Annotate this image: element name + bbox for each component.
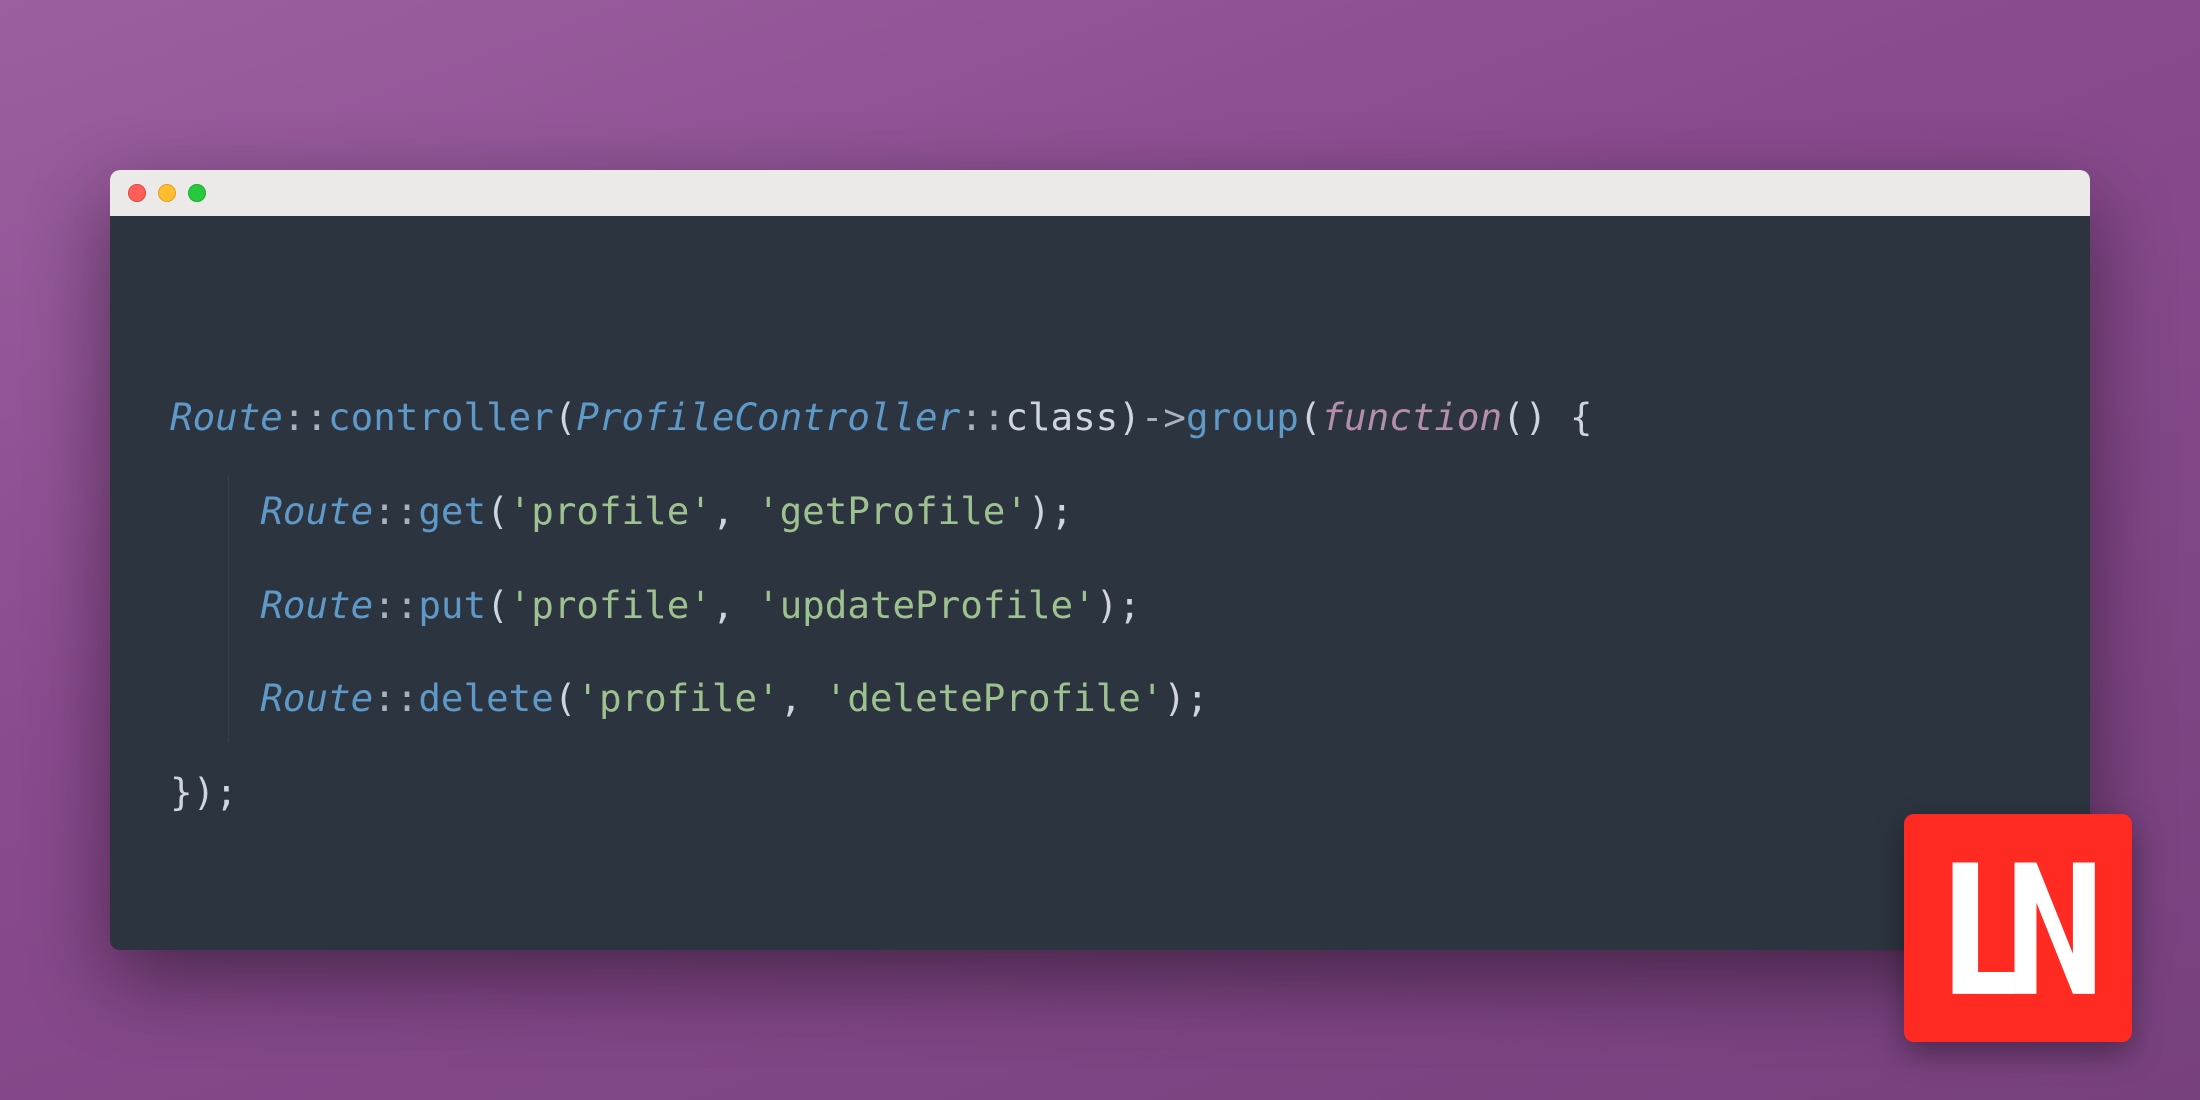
code-line: Route::controller(ProfileController::cla… — [170, 395, 1592, 439]
token-method: put — [418, 583, 486, 627]
code-line: Route::delete('profile', 'deleteProfile'… — [170, 676, 1209, 720]
minimize-icon[interactable] — [158, 184, 176, 202]
token-method: controller — [328, 395, 554, 439]
token-string: 'profile' — [509, 583, 712, 627]
code-line: }); — [170, 770, 238, 814]
token-paren: ) — [1096, 583, 1119, 627]
token-plain: ; — [1186, 676, 1209, 720]
token-scope: :: — [373, 676, 418, 720]
token-scope: :: — [283, 395, 328, 439]
token-string: 'deleteProfile' — [825, 676, 1164, 720]
token-plain: , — [780, 676, 825, 720]
token-plain: ; — [1051, 489, 1074, 533]
laravel-news-logo — [1904, 814, 2132, 1042]
token-class: Route — [260, 676, 373, 720]
token-string: 'profile' — [509, 489, 712, 533]
token-paren: ( — [1299, 395, 1322, 439]
token-method: group — [1186, 395, 1299, 439]
token-string: 'profile' — [576, 676, 779, 720]
token-scope: :: — [373, 583, 418, 627]
zoom-icon[interactable] — [188, 184, 206, 202]
token-class: Route — [260, 489, 373, 533]
token-string: 'getProfile' — [757, 489, 1028, 533]
token-paren: ( — [486, 489, 509, 533]
token-paren: () — [1502, 395, 1547, 439]
window-titlebar — [110, 170, 2090, 216]
indent-guide — [228, 476, 229, 742]
token-paren: ) — [1028, 489, 1051, 533]
token-fnkw: function — [1321, 395, 1502, 439]
token-method: get — [418, 489, 486, 533]
token-scope: :: — [373, 489, 418, 533]
token-paren: ) — [1163, 676, 1186, 720]
code-area: Route::controller(ProfileController::cla… — [110, 216, 2090, 950]
token-class: Route — [260, 583, 373, 627]
token-plain: ; — [1118, 583, 1141, 627]
token-plain: }); — [170, 770, 238, 814]
code-line: Route::put('profile', 'updateProfile'); — [170, 583, 1141, 627]
code-content: Route::controller(ProfileController::cla… — [170, 371, 2030, 840]
token-paren: ( — [486, 583, 509, 627]
token-arrow: -> — [1141, 395, 1186, 439]
token-paren: ( — [554, 676, 577, 720]
code-line: Route::get('profile', 'getProfile'); — [170, 489, 1073, 533]
token-method: delete — [418, 676, 553, 720]
ln-logo-icon — [1927, 837, 2109, 1019]
token-paren: ) — [1118, 395, 1141, 439]
close-icon[interactable] — [128, 184, 146, 202]
token-scope: :: — [960, 395, 1005, 439]
token-plain: , — [712, 583, 757, 627]
token-kwclass: class — [1005, 395, 1118, 439]
token-class: Route — [170, 395, 283, 439]
token-class: ProfileController — [576, 395, 960, 439]
token-plain: { — [1547, 395, 1592, 439]
token-paren: ( — [554, 395, 577, 439]
code-editor-window: Route::controller(ProfileController::cla… — [110, 170, 2090, 950]
token-plain: , — [712, 489, 757, 533]
token-string: 'updateProfile' — [757, 583, 1096, 627]
